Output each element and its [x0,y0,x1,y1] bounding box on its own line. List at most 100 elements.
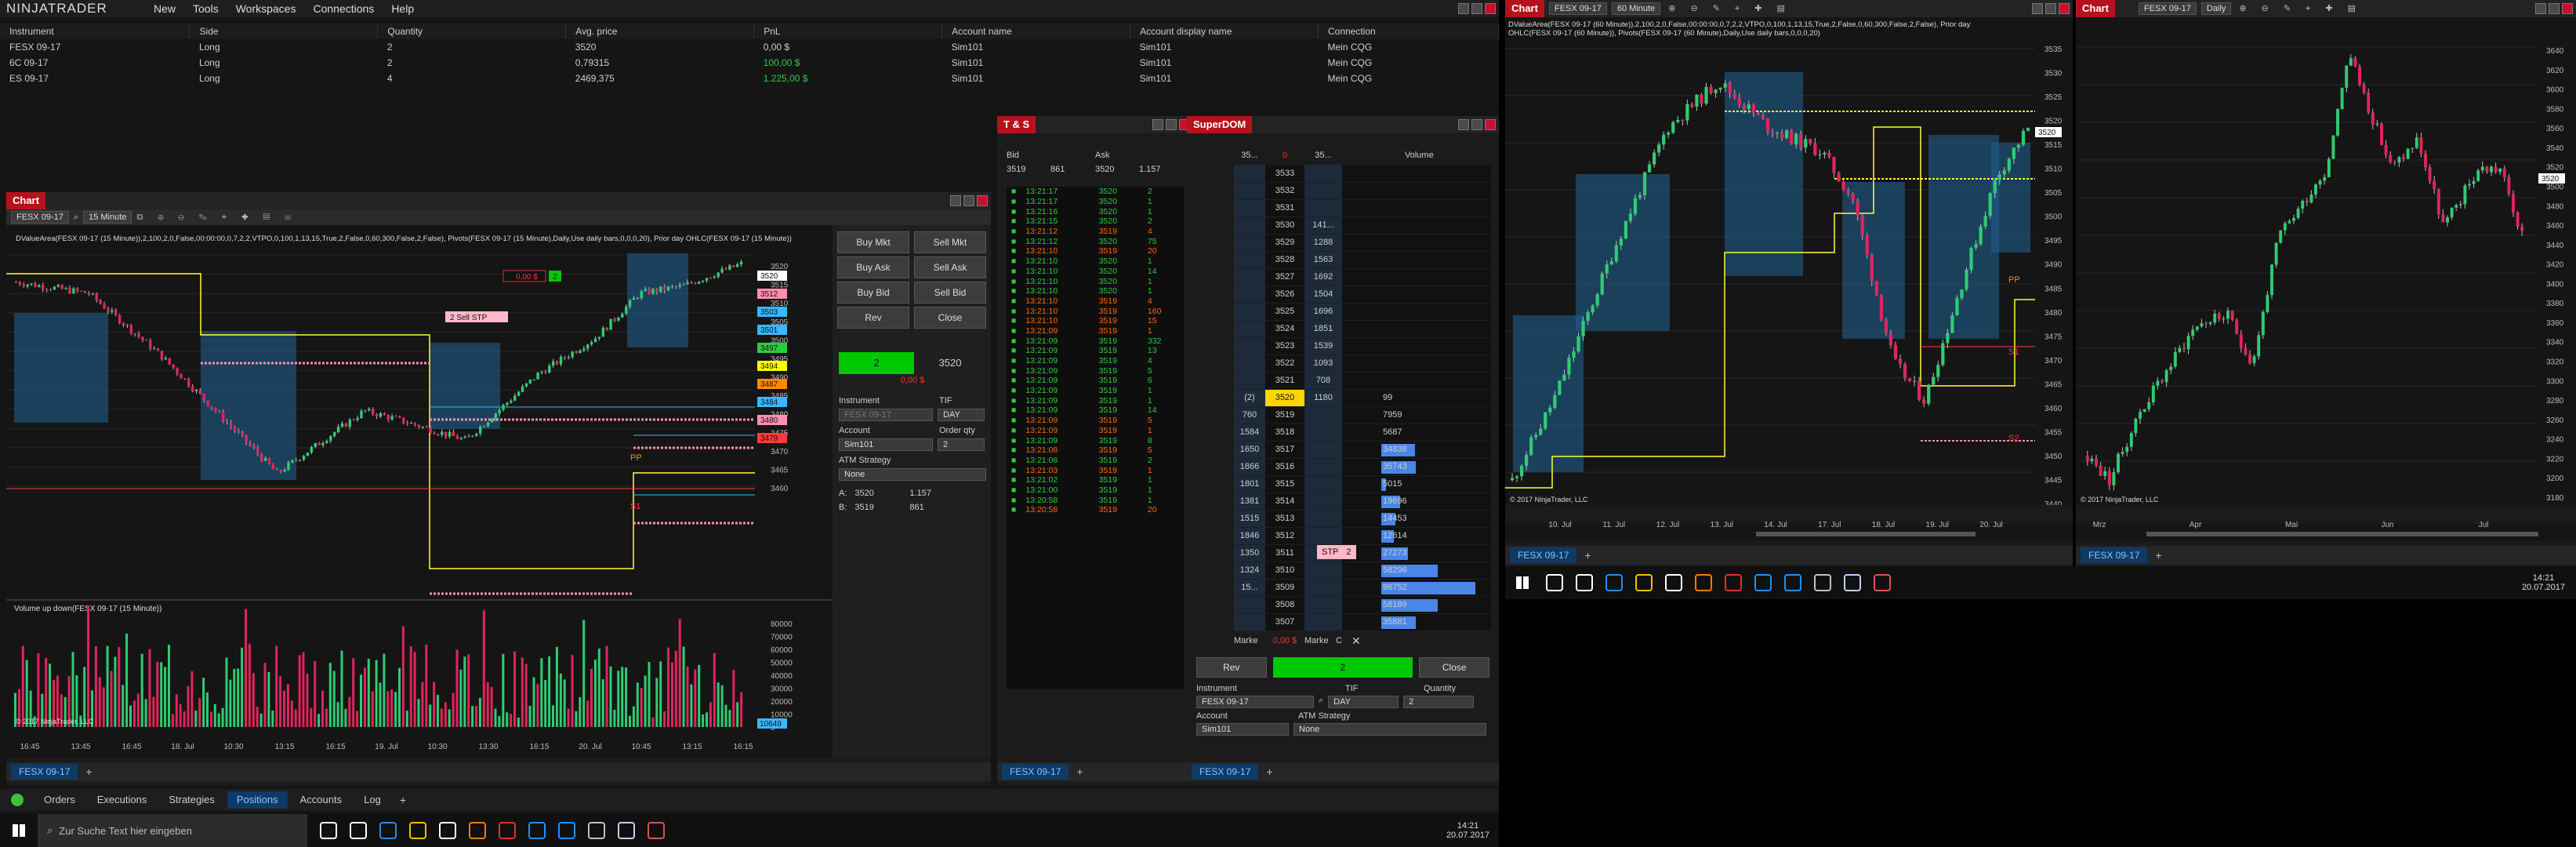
search-icon[interactable]: ⌕ [74,213,78,223]
dom-bid-cell[interactable] [1234,234,1265,252]
dom-ask-cell[interactable] [1304,579,1342,597]
search-box[interactable]: ⌕ Zur Suche Text hier eingeben [38,814,307,847]
dom-bid-cell[interactable]: 1846 [1234,527,1265,545]
dom-ask-cell[interactable]: 1093 [1304,354,1342,373]
instrument-selector[interactable]: FESX 09-17 [2138,2,2197,15]
tab-fesx[interactable]: FESX 09-17 [2081,547,2148,563]
dom-ask-cell[interactable] [1304,527,1342,545]
dom-row[interactable]: 3526 1504 [1234,285,1491,304]
dom-bid-cell[interactable] [1234,354,1265,373]
dom-bid-cell[interactable] [1234,251,1265,269]
dom-bid-cell[interactable]: 1801 [1234,475,1265,493]
chart-toolbar-icons[interactable]: ⊕ ⊖ ✎ ⌖ ✚ ▤ [2239,3,2362,14]
qty-stepper[interactable]: 2 [1403,696,1475,708]
column-header[interactable]: Side [189,24,379,39]
dom-ask-cell[interactable]: 1539 [1304,337,1342,355]
close-button[interactable] [2562,3,2573,14]
menu-item-connections[interactable]: Connections [313,2,374,15]
dom-row[interactable]: 3531 [1234,199,1491,217]
dom-ask-cell[interactable] [1304,406,1342,424]
dom-bid-cell[interactable] [1234,216,1265,234]
menu-item-workspaces[interactable]: Workspaces [236,2,296,15]
sell-stop-order-tag[interactable]: 2 Sell STP [445,311,508,322]
store-icon[interactable] [439,822,456,839]
dom-ask-cell[interactable] [1304,596,1342,614]
dom-bid-cell[interactable] [1234,199,1265,217]
close-position-button[interactable]: Close [1419,657,1489,678]
menu-item-new[interactable]: New [154,2,176,15]
dom-row[interactable]: 3533 [1234,165,1491,183]
dom-ask-cell[interactable]: 708 [1304,372,1342,390]
instrument-select[interactable]: FESX 09-17 [1196,696,1314,708]
dom-row[interactable]: 1350 3511 27273 [1234,544,1491,562]
dom-ask-cell[interactable] [1304,510,1342,528]
dom-bid-cell[interactable] [1234,303,1265,321]
column-header[interactable]: Avg. price [565,24,755,39]
sell-ask-button[interactable]: Sell Ask [914,256,986,278]
dom-ask-cell[interactable] [1304,165,1342,183]
dom-ask-cell[interactable] [1304,458,1342,476]
dom-bid-cell[interactable] [1234,182,1265,200]
notepad-icon[interactable] [1844,574,1861,591]
rev-button[interactable]: Rev [1196,657,1267,678]
dom-bid-cell[interactable] [1234,285,1265,304]
atm-select[interactable]: None [839,468,986,481]
qty-stepper[interactable]: 2 [938,438,985,451]
interval-selector[interactable]: 15 Minute [83,211,132,224]
dom-row[interactable]: 3507 35881 [1234,613,1491,631]
column-header[interactable]: Quantity [377,24,567,39]
atm-select[interactable]: None [1293,723,1486,736]
dom-row[interactable]: 3508 58189 [1234,596,1491,614]
dom-row[interactable]: 1324 3510 58296 [1234,562,1491,580]
stop-order-tag[interactable]: STP 2 [1317,545,1356,559]
dom-row[interactable]: 3530 141... [1234,216,1491,234]
dom-bid-cell[interactable] [1234,372,1265,390]
dom-row[interactable]: (2) 3520 1180 99 [1234,389,1491,407]
notepad-icon[interactable] [618,822,635,839]
edge-icon[interactable] [1605,574,1623,591]
dom-ask-cell[interactable] [1304,613,1342,631]
menu-item-tools[interactable]: Tools [193,2,219,15]
tab-positions[interactable]: Positions [227,791,288,809]
minimize-button[interactable] [1458,3,1469,14]
tif-select[interactable]: DAY [1328,696,1399,708]
dom-bid-cell[interactable] [1234,268,1265,286]
search-icon[interactable]: ⌕ [1319,696,1323,708]
chart-toolbar-icons[interactable]: ⧉ ⊕ ⊖ ✎ ⌖ ✚ ▤ ☰ [136,213,297,223]
dom-bid-cell[interactable]: 1650 [1234,441,1265,459]
dom-ask-cell[interactable]: 1288 [1304,234,1342,252]
chart-panel[interactable]: DValueArea(FESX 09-17 (60 Minute)),2,100… [1505,17,2073,541]
chrome-icon[interactable] [1725,574,1742,591]
chrome-icon[interactable] [499,822,516,839]
firefox-icon[interactable] [469,822,486,839]
tab-executions[interactable]: Executions [88,791,157,809]
dom-ask-cell[interactable]: 1180 [1304,389,1342,407]
dom-ask-cell[interactable]: 1851 [1304,320,1342,338]
close-button[interactable] [1485,3,1496,14]
column-header[interactable]: Instrument [0,24,190,39]
cortana-icon[interactable] [350,822,367,839]
interval-selector[interactable]: Daily [2200,2,2232,15]
firefox-icon[interactable] [1695,574,1712,591]
dom-row[interactable]: 1846 3512 12614 [1234,527,1491,545]
dom-bid-cell[interactable]: 15... [1234,579,1265,597]
dom-ask-cell[interactable]: 1504 [1304,285,1342,304]
chart-panel[interactable]: 3640362036003580356035403520350034803460… [2076,17,2576,541]
column-header[interactable]: Connection [1318,24,1500,39]
dom-ask-cell[interactable]: 1696 [1304,303,1342,321]
buy-ask-button[interactable]: Buy Ask [837,256,909,278]
tab-fesx[interactable]: FESX 09-17 [1192,764,1259,780]
dom-row[interactable]: 3529 1288 [1234,234,1491,252]
close-button[interactable] [1485,119,1496,130]
table-row[interactable]: FESX 09-17 Long 2 3520 0,00 $ Sim101 Sim101 Mei… [0,39,1499,55]
dom-row[interactable]: 3524 1851 [1234,320,1491,338]
dom-bid-cell[interactable] [1234,165,1265,183]
instrument-select[interactable]: FESX 09-17 [839,409,933,421]
tab-fesx[interactable]: FESX 09-17 [11,764,78,780]
network-icon[interactable] [588,822,605,839]
dom-row[interactable]: 1866 3516 35743 [1234,458,1491,476]
dom-bid-cell[interactable]: 1324 [1234,562,1265,580]
add-tab-button[interactable]: + [1073,765,1086,778]
tab-accounts[interactable]: Accounts [291,791,351,809]
dom-bid-cell[interactable] [1234,613,1265,631]
